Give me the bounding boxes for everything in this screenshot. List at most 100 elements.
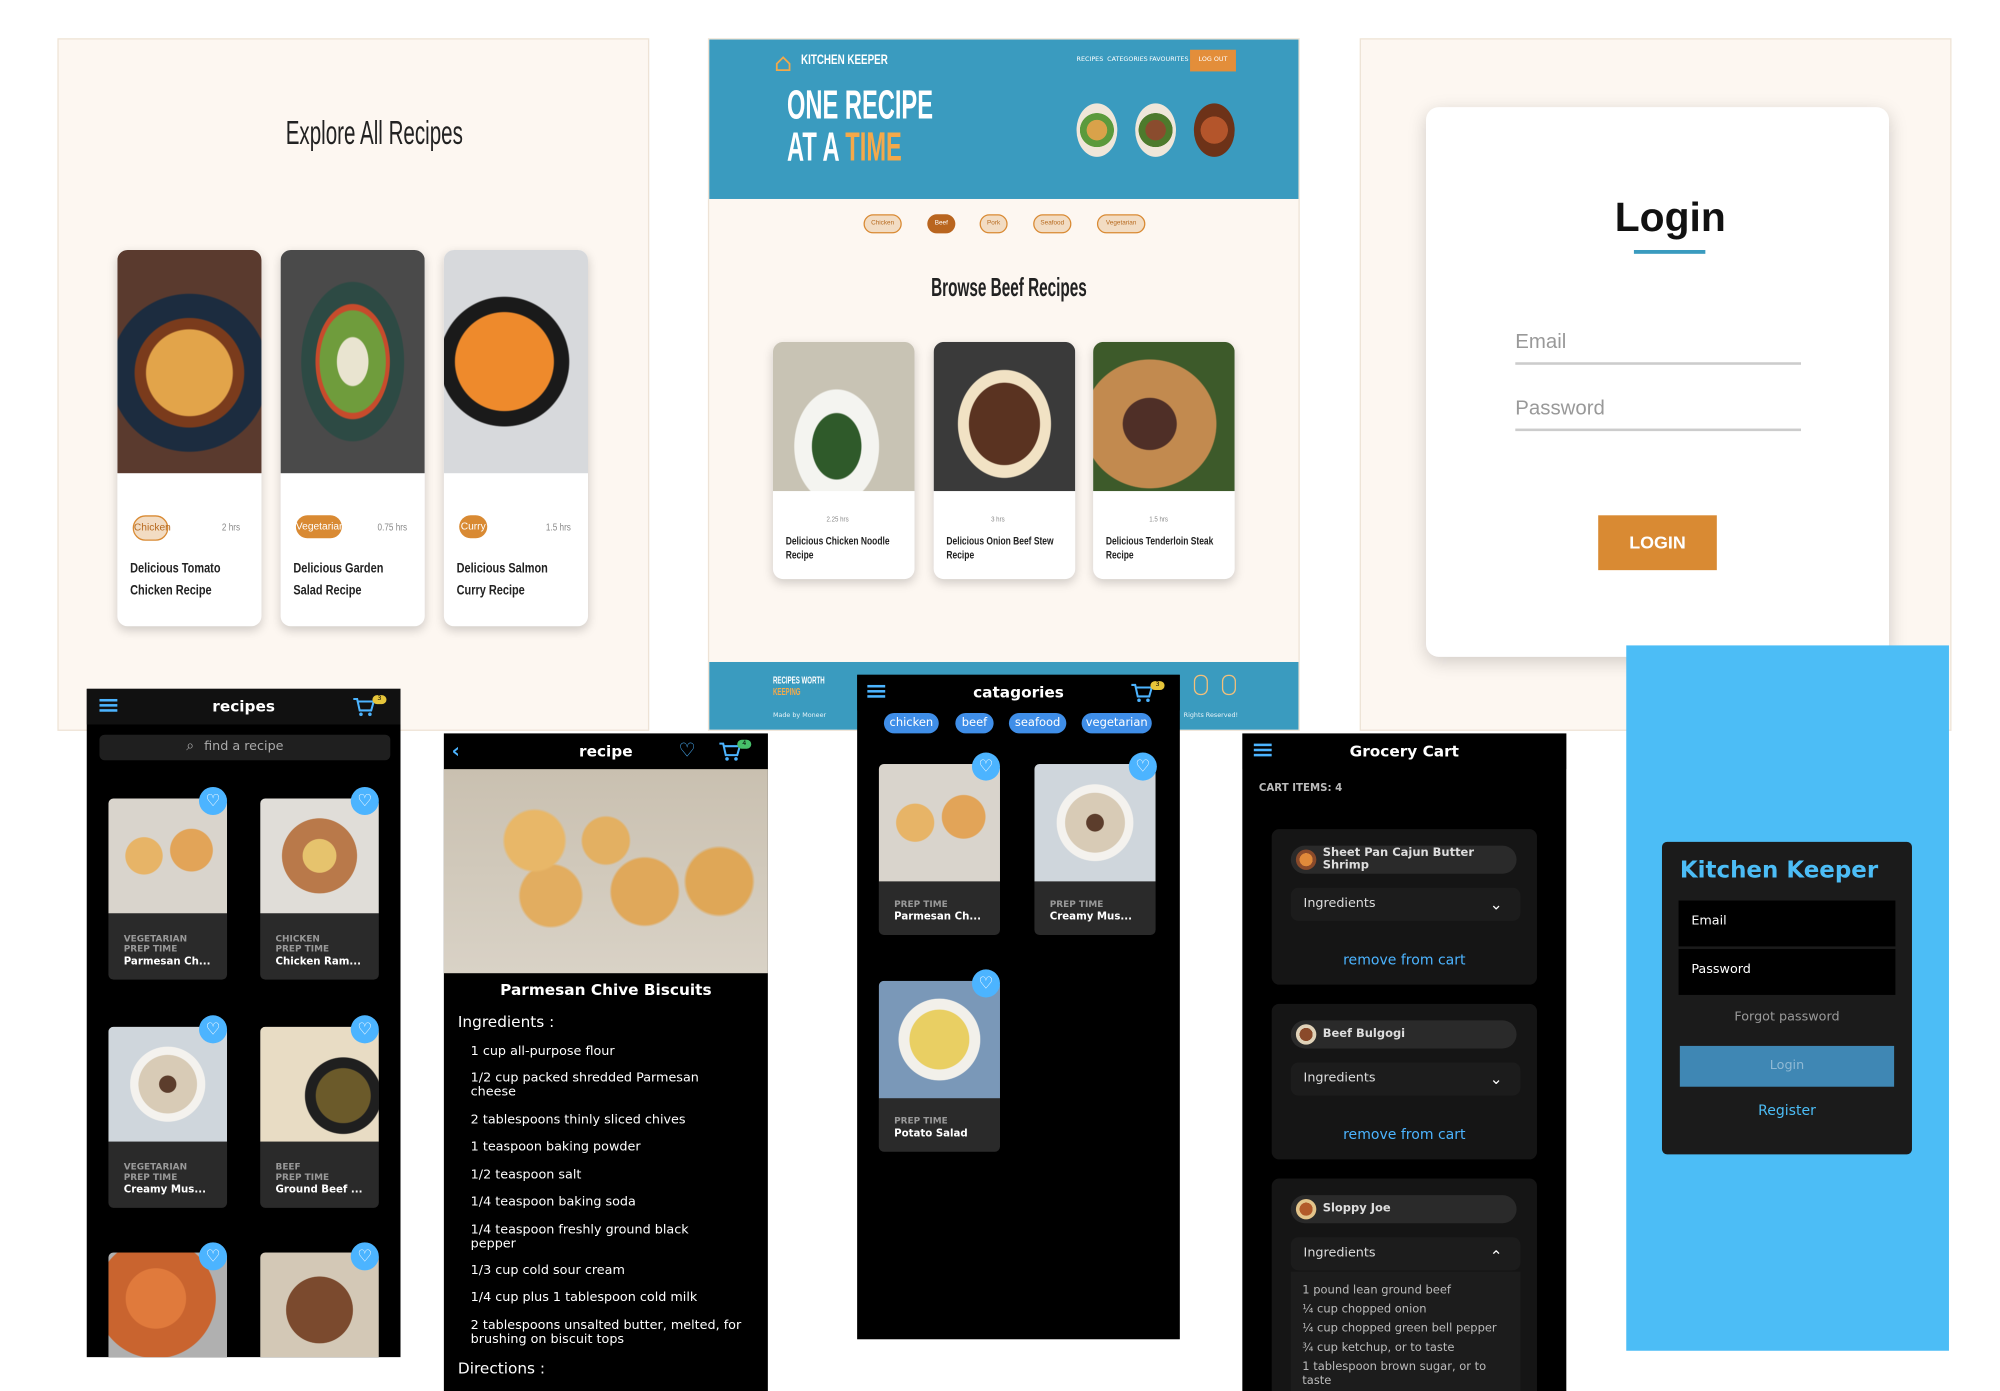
chip-chicken[interactable]: Chicken	[863, 214, 902, 234]
recipe-card[interactable]: Curry 1.5 hrs Delicious Salmon Curry Rec…	[443, 249, 589, 627]
hero-dish-3	[1193, 103, 1235, 157]
search-input[interactable]: find a recipe	[204, 740, 283, 754]
cart-badge: 4	[737, 739, 752, 749]
recipe-tile[interactable]: VEGETARIAN PREP TIME Creamy Mus...	[108, 1026, 228, 1208]
password-field[interactable]: Password	[1678, 948, 1896, 995]
ingredient-item: 1/4 cup plus 1 tablespoon cold milk	[470, 1290, 698, 1305]
brand-name[interactable]: KITCHEN KEEPER	[801, 52, 888, 67]
recipe-tile[interactable]: PREP TIME Potato Salad	[878, 980, 1000, 1152]
recipe-tile[interactable]: BEEF PREP TIME Ground Beef ...	[260, 1026, 379, 1208]
recipe-card[interactable]: Chicken 2 hrs Delicious Tomato Chicken R…	[117, 249, 262, 627]
chip-vegetarian[interactable]: Vegetarian	[1096, 214, 1146, 234]
screen-title: catagories	[973, 683, 1064, 702]
email-field[interactable]: Email	[1678, 900, 1896, 947]
menu-icon[interactable]	[1253, 743, 1272, 757]
dish-image	[878, 764, 1000, 882]
dish-image	[1034, 764, 1156, 882]
password-field[interactable]: Password	[1515, 398, 1802, 432]
email-field[interactable]: Email	[1515, 332, 1802, 365]
beef-card[interactable]: 3 hrs Delicious Onion Beef Stew Recipe	[933, 341, 1076, 580]
favorite-heart-icon[interactable]: ♡	[1128, 752, 1157, 781]
footer-brand-2: KEEPING	[772, 686, 801, 698]
time-label: 0.75 hrs	[377, 521, 408, 534]
ingredient-item: ¼ cup chopped onion	[1302, 1303, 1427, 1317]
prep-label: PREP TIME	[275, 943, 330, 955]
time-label: 1.5 hrs	[545, 521, 571, 534]
social-icon[interactable]	[1221, 674, 1236, 696]
dish-image	[772, 341, 915, 492]
ingredients-list: 1 pound lean ground beef ¼ cup chopped o…	[1290, 1271, 1521, 1391]
cart-item-name: Sheet Pan Cajun Butter Shrimp	[1290, 845, 1517, 874]
chip-vegetarian[interactable]: vegetarian	[1081, 713, 1152, 734]
chip-chicken[interactable]: chicken	[883, 713, 939, 734]
social-icon[interactable]	[1193, 674, 1208, 696]
dish-thumb-icon	[1295, 1024, 1317, 1045]
ingredient-item: 1 cup all-purpose flour	[470, 1044, 615, 1059]
nav-categories[interactable]: CATEGORIES	[1107, 56, 1148, 64]
login-button[interactable]: Login	[1679, 1045, 1895, 1087]
footer-rights: Rights Reserved!	[1183, 711, 1239, 720]
ingredients-dropdown[interactable]: Ingredients ⌄	[1290, 1062, 1521, 1096]
remove-from-cart-link[interactable]: remove from cart	[1343, 1126, 1465, 1143]
screen-title: recipes	[212, 697, 275, 716]
back-icon[interactable]: ‹	[452, 739, 460, 763]
beef-card[interactable]: 1.5 hrs Delicious Tenderloin Steak Recip…	[1093, 341, 1235, 580]
menu-icon[interactable]	[99, 698, 118, 712]
chip-beef[interactable]: beef	[955, 713, 994, 734]
hero-line-2b: TIME	[845, 123, 902, 170]
favorite-heart-icon[interactable]: ♡	[679, 739, 696, 762]
tag-pill[interactable]: Curry	[459, 515, 488, 539]
recipe-tile[interactable]: PREP TIME Creamy Mus...	[1034, 764, 1156, 935]
home-icon[interactable]	[775, 52, 791, 72]
logout-button[interactable]: LOG OUT	[1190, 49, 1236, 72]
dish-image	[260, 798, 379, 914]
recipe-card[interactable]: Vegetarian 0.75 hrs Delicious Garden Sal…	[280, 249, 425, 627]
time-label: 1.5 hrs	[1149, 516, 1168, 525]
top-bar: recipes 3	[86, 688, 401, 725]
favorite-heart-icon[interactable]: ♡	[198, 1242, 228, 1271]
dish-image	[280, 249, 425, 474]
login-button[interactable]: LOGIN	[1598, 515, 1717, 571]
chip-seafood[interactable]: Seafood	[1033, 214, 1072, 234]
nav-favourites[interactable]: FAVOURITES	[1149, 56, 1188, 64]
favorite-heart-icon[interactable]: ♡	[198, 1015, 228, 1044]
chevron-down-icon: ⌄	[1489, 1070, 1503, 1089]
ingredient-item: 2 tablespoons unsalted butter, melted, f…	[470, 1318, 742, 1347]
ingredients-dropdown[interactable]: Ingredients ⌃	[1290, 1237, 1521, 1271]
recipe-title: Delicious Tomato Chicken Recipe	[130, 561, 221, 599]
search-bar[interactable]: ⌕ find a recipe	[99, 734, 391, 761]
chip-pork[interactable]: Pork	[979, 214, 1008, 234]
nav-recipes[interactable]: RECIPES	[1077, 56, 1104, 64]
recipe-name: Potato Salad	[894, 1127, 968, 1140]
chip-beef[interactable]: Beef	[927, 214, 956, 234]
beef-card[interactable]: 2.25 hrs Delicious Chicken Noodle Recipe	[772, 341, 915, 580]
recipe-tile[interactable]: CHICKEN PREP TIME Chicken Ram...	[260, 798, 379, 980]
register-link[interactable]: Register	[1662, 1102, 1912, 1119]
ingredients-label: Ingredients	[1303, 896, 1376, 911]
favorite-heart-icon[interactable]: ♡	[198, 786, 228, 816]
favorite-heart-icon[interactable]: ♡	[971, 752, 1000, 781]
menu-icon[interactable]	[867, 684, 886, 698]
category-label: VEGETARIAN	[123, 1161, 188, 1173]
category-label: BEEF	[275, 1161, 301, 1173]
favorite-heart-icon[interactable]: ♡	[350, 1015, 379, 1044]
recipe-title: Delicious Garden Salad Recipe	[293, 561, 384, 599]
recipe-tile[interactable]: PREP TIME Parmesan Ch...	[878, 764, 1000, 935]
dish-title: Parmesan Chive Biscuits	[500, 980, 712, 999]
category-label: CHICKEN	[275, 933, 320, 944]
favorite-heart-icon[interactable]: ♡	[971, 969, 1000, 998]
favorite-heart-icon[interactable]: ♡	[350, 786, 379, 816]
hero-dish-2	[1135, 103, 1177, 157]
remove-from-cart-link[interactable]: remove from cart	[1343, 952, 1465, 969]
forgot-password-link[interactable]: Forgot password	[1662, 1010, 1912, 1024]
favorite-heart-icon[interactable]: ♡	[350, 1242, 379, 1271]
chip-seafood[interactable]: seafood	[1008, 713, 1067, 734]
hero-line-2: AT A TIME	[787, 125, 902, 168]
ingredient-item: ¾ cup ketchup, or to taste	[1302, 1341, 1455, 1355]
recipe-tile[interactable]: VEGETARIAN PREP TIME Parmesan Ch...	[108, 798, 228, 980]
tag-pill[interactable]: Chicken	[132, 515, 171, 541]
recipe-title: Delicious Tenderloin Steak Recipe	[1105, 534, 1214, 562]
ingredient-item: 1 pound lean ground beef	[1302, 1284, 1451, 1298]
tag-pill[interactable]: Vegetarian	[295, 515, 345, 539]
ingredients-dropdown[interactable]: Ingredients ⌄	[1290, 887, 1521, 921]
